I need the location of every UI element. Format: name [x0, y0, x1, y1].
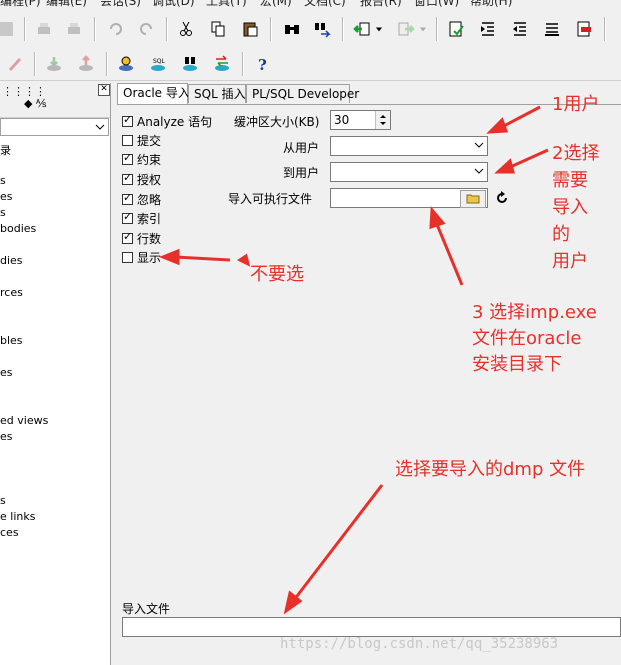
- arrow-exe: [434, 221, 464, 286]
- small-mark: [237, 253, 251, 267]
- arrow-head: [486, 117, 509, 134]
- annotation-select-user: 2选择 需要 导入 的 用户: [552, 143, 600, 272]
- annotation-select-dmp: 选择要导入的dmp 文件: [395, 459, 586, 480]
- annotation-user: 1用户: [552, 94, 600, 115]
- arrow-to-user: [507, 148, 549, 170]
- arrow-import-file: [292, 484, 384, 601]
- arrow-from-user: [499, 105, 541, 130]
- arrow-head: [429, 206, 446, 230]
- annotation-select-exe: 3 选择imp.exe 文件在oracle 安装目录下: [472, 302, 597, 375]
- arrow-head: [158, 248, 180, 266]
- arrow-head: [494, 158, 515, 174]
- annotation-dont-select: 不要选: [250, 264, 304, 285]
- arrow-show: [174, 255, 231, 262]
